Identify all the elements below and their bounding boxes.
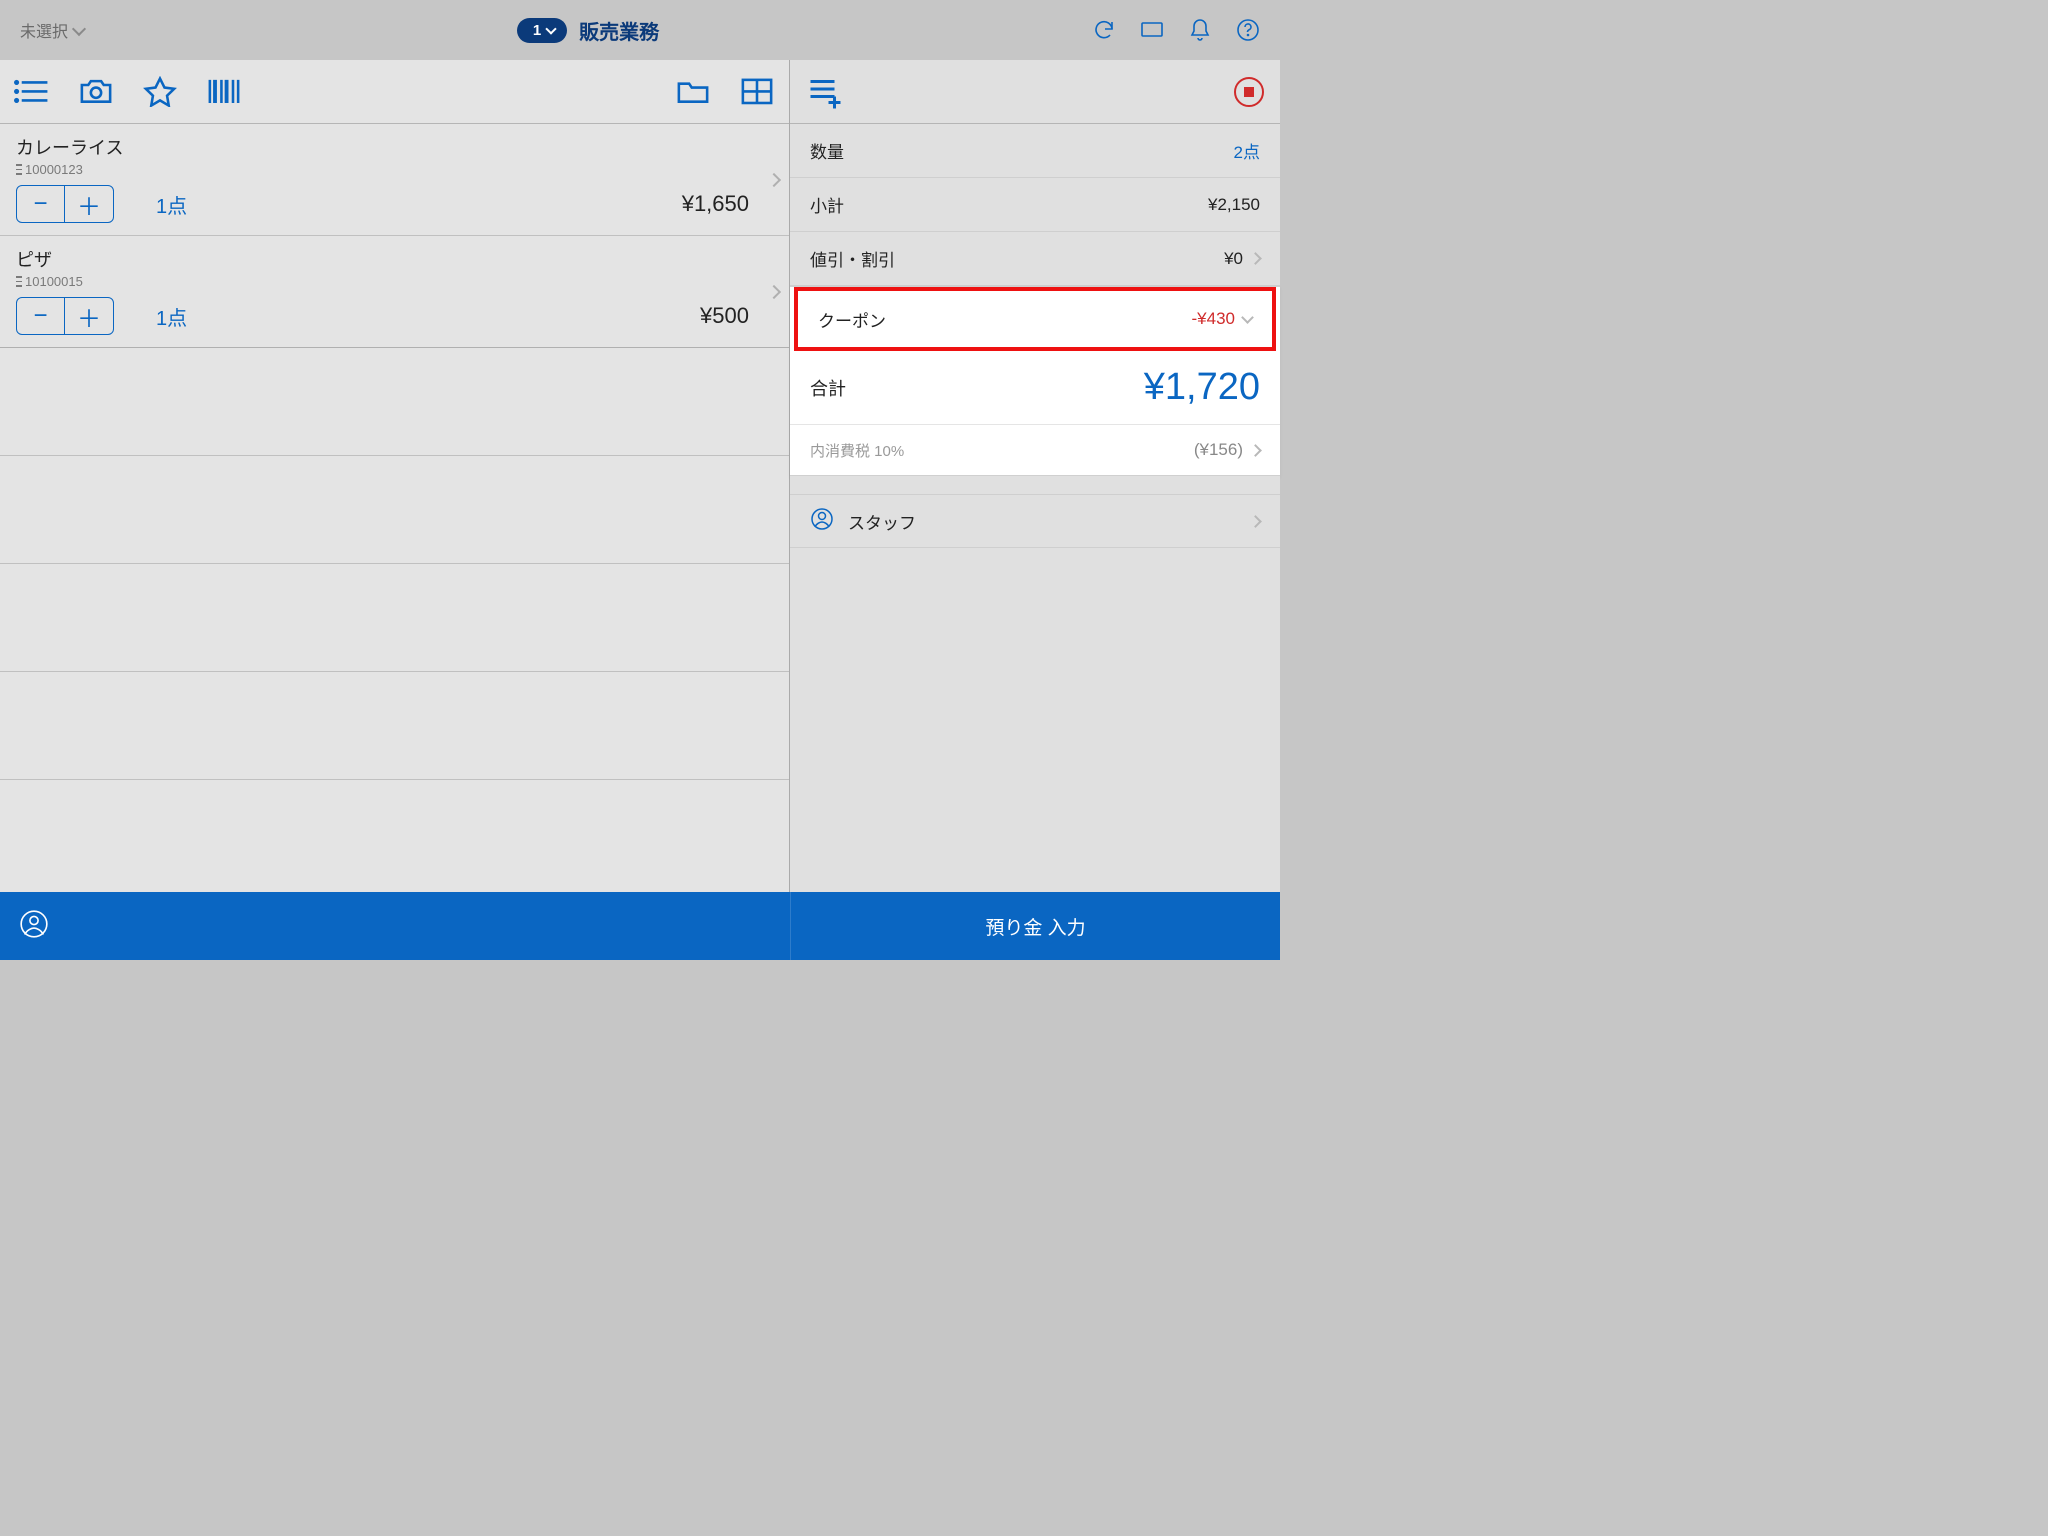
pill-count: 1	[533, 22, 541, 39]
item-name: カレーライス	[16, 134, 773, 160]
qty-label: 1点	[156, 190, 187, 219]
top-center: 1 販売業務	[84, 16, 1092, 45]
selector-label: 未選択	[20, 18, 68, 42]
minus-button[interactable]: −	[17, 186, 65, 222]
star-icon[interactable]	[142, 76, 178, 108]
bottom-bar: 預り金 入力	[0, 892, 1280, 960]
left-pane: カレーライス 10000123 − ＋ 1点 ¥1,650 ピザ 1010001…	[0, 60, 790, 892]
chevron-right-icon	[1249, 252, 1262, 265]
bell-icon[interactable]	[1188, 18, 1212, 42]
empty-row	[0, 456, 789, 564]
chevron-down-icon	[546, 23, 557, 34]
user-icon[interactable]	[20, 910, 48, 943]
plus-button[interactable]: ＋	[65, 298, 113, 334]
display-icon[interactable]	[1140, 18, 1164, 42]
empty-row	[0, 564, 789, 672]
empty-row	[0, 672, 789, 780]
quantity-stepper: − ＋	[16, 297, 114, 335]
tax-row[interactable]: 内消費税 10% (¥156)	[790, 425, 1280, 475]
chevron-right-icon	[1249, 444, 1262, 457]
qty-label: 1点	[156, 302, 187, 331]
item-row[interactable]: カレーライス 10000123 − ＋ 1点 ¥1,650	[0, 124, 789, 236]
item-row[interactable]: ピザ 10100015 − ＋ 1点 ¥500	[0, 236, 789, 348]
pay-label: 預り金 入力	[985, 913, 1085, 940]
left-toolbar	[0, 60, 789, 124]
tax-label: 内消費税 10%	[810, 440, 904, 461]
selector-dropdown[interactable]: 未選択	[20, 18, 84, 42]
summary-qty-row: 数量 2点	[790, 124, 1280, 178]
qty-value: 2点	[844, 138, 1260, 163]
workspace: カレーライス 10000123 − ＋ 1点 ¥1,650 ピザ 1010001…	[0, 60, 1280, 892]
barcode-icon[interactable]	[206, 76, 242, 108]
qty-label: 数量	[810, 138, 844, 163]
plus-button[interactable]: ＋	[65, 186, 113, 222]
summary-subtotal-row: 小計 ¥2,150	[790, 178, 1280, 232]
subtotal-value: ¥2,150	[844, 195, 1260, 215]
total-label: 合計	[810, 375, 846, 401]
page-title: 販売業務	[579, 16, 659, 45]
discount-value: ¥0	[895, 249, 1243, 269]
stop-button[interactable]	[1234, 77, 1264, 107]
help-icon[interactable]	[1236, 18, 1260, 42]
item-price: ¥500	[187, 303, 773, 329]
summary-discount-row[interactable]: 値引・割引 ¥0	[790, 232, 1280, 286]
item-name: ピザ	[16, 246, 773, 272]
empty-row	[0, 780, 789, 892]
empty-row	[0, 348, 789, 456]
staff-icon	[810, 507, 834, 536]
right-toolbar	[790, 60, 1280, 124]
spacer	[790, 476, 1280, 494]
coupon-value: -¥430	[886, 309, 1235, 329]
highlight-panel: クーポン -¥430 合計 ¥1,720 内消費税 10% (¥156)	[790, 286, 1280, 476]
tax-value: (¥156)	[904, 440, 1243, 460]
item-code: 10000123	[16, 162, 773, 177]
receipt-add-icon[interactable]	[806, 76, 842, 108]
list-icon[interactable]	[14, 76, 50, 108]
item-code: 10100015	[16, 274, 773, 289]
refresh-icon[interactable]	[1092, 18, 1116, 42]
coupon-row[interactable]: クーポン -¥430	[794, 287, 1276, 351]
quantity-stepper: − ＋	[16, 185, 114, 223]
item-price: ¥1,650	[187, 191, 773, 217]
camera-icon[interactable]	[78, 76, 114, 108]
total-value: ¥1,720	[846, 366, 1260, 409]
chevron-down-icon	[1241, 311, 1254, 324]
top-right-icons	[1092, 18, 1260, 42]
discount-label: 値引・割引	[810, 246, 895, 271]
staff-label: スタッフ	[848, 509, 916, 534]
bottom-left	[0, 892, 790, 960]
pay-button[interactable]: 預り金 入力	[790, 892, 1280, 960]
subtotal-label: 小計	[810, 192, 844, 217]
minus-button[interactable]: −	[17, 298, 65, 334]
folder-icon[interactable]	[675, 76, 711, 108]
stop-icon	[1244, 87, 1254, 97]
coupon-label: クーポン	[818, 307, 886, 332]
chevron-right-icon	[1249, 515, 1262, 528]
count-pill[interactable]: 1	[517, 18, 567, 43]
grid-icon[interactable]	[739, 76, 775, 108]
total-row: 合計 ¥1,720	[790, 351, 1280, 425]
top-bar: 未選択 1 販売業務	[0, 0, 1280, 60]
right-pane: 数量 2点 小計 ¥2,150 値引・割引 ¥0 クーポン -¥430 合計 ¥…	[790, 60, 1280, 892]
staff-row[interactable]: スタッフ	[790, 494, 1280, 548]
